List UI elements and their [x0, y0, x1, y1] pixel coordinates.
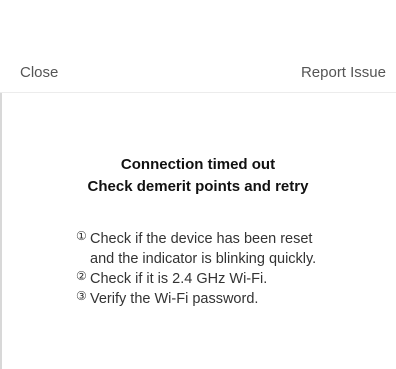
step-item-3: ③ Verify the Wi-Fi password. [76, 289, 326, 309]
header-bar: Close Report Issue [0, 0, 396, 93]
step-item-2: ② Check if it is 2.4 GHz Wi-Fi. [76, 269, 326, 289]
close-button[interactable]: Close [20, 64, 58, 82]
report-issue-button[interactable]: Report Issue [301, 64, 386, 82]
step-number-1: ① [76, 229, 87, 243]
step-number-2: ② [76, 269, 87, 283]
error-content: Connection timed out Check demerit point… [0, 93, 396, 369]
step-text-1: Check if the device has been reset and t… [90, 231, 317, 267]
error-title: Connection timed out [120, 156, 276, 173]
step-text-3: Verify the Wi-Fi password. [90, 291, 259, 307]
step-text-2: Check if it is 2.4 GHz Wi-Fi. [90, 271, 268, 287]
step-item-1: ① Check if the device has been reset and… [76, 229, 326, 269]
step-number-3: ③ [76, 289, 87, 303]
troubleshooting-steps: ① Check if the device has been reset and… [76, 229, 326, 309]
error-subtitle: Check demerit points and retry [87, 178, 309, 195]
